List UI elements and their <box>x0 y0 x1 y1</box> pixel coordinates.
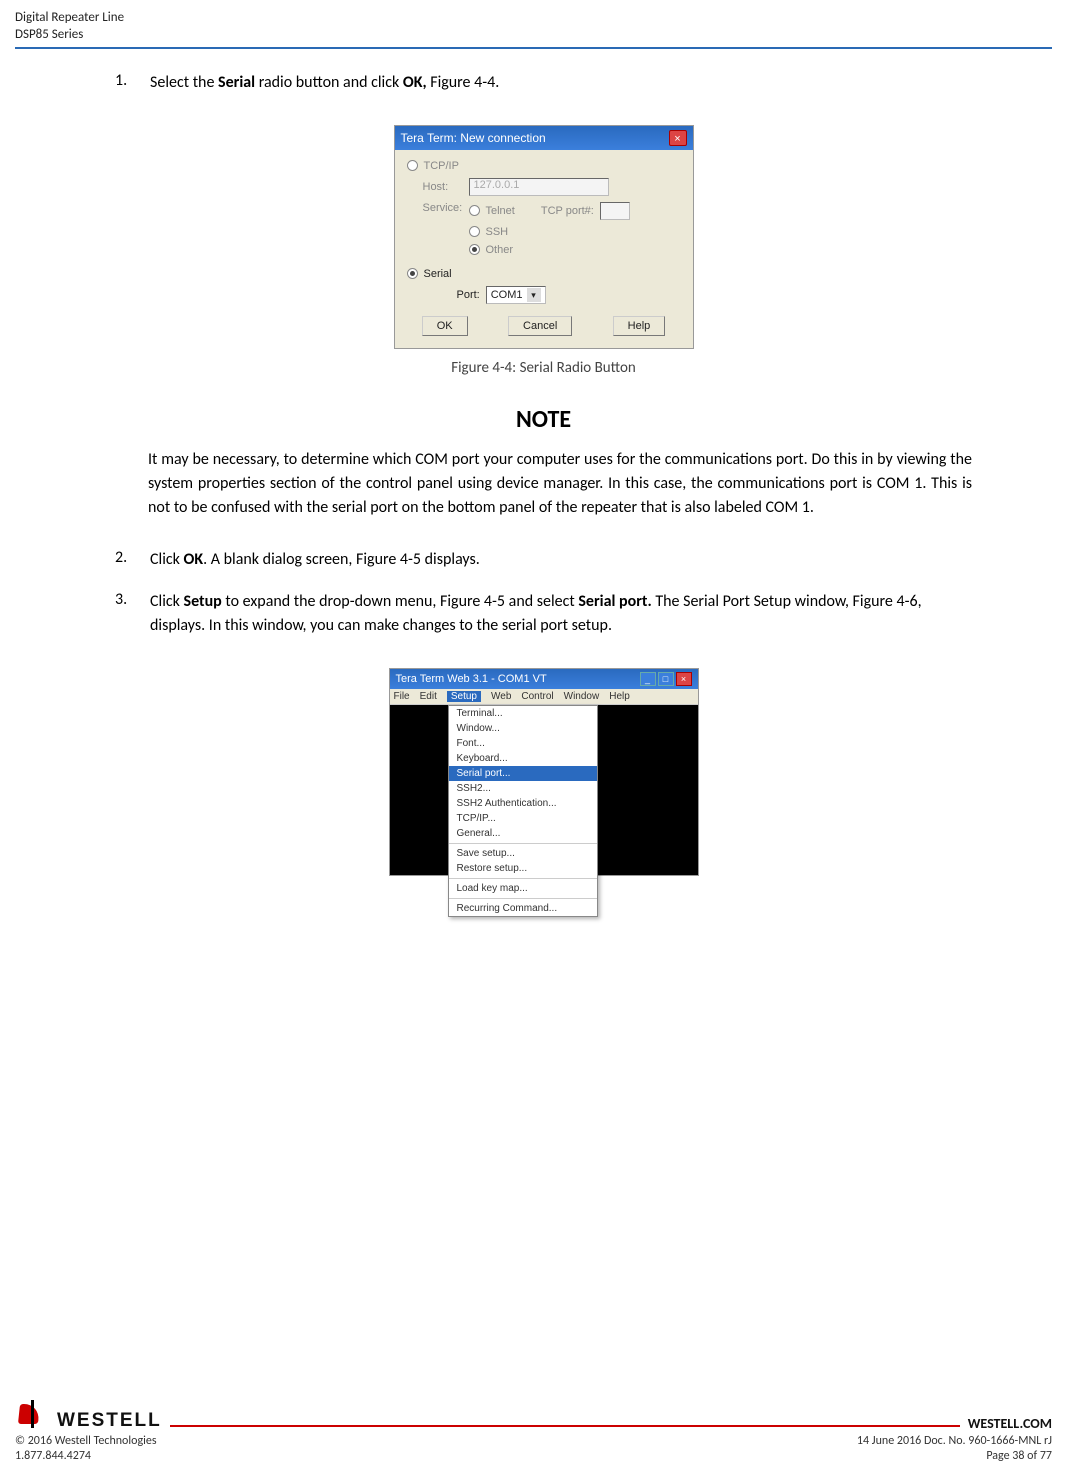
host-input[interactable]: 127.0.0.1 <box>469 178 609 196</box>
footer-phone: 1.877.844.4274 <box>15 1449 157 1465</box>
port-dropdown[interactable]: COM1 ▾ <box>486 286 546 304</box>
figure-4-5: Tera Term Web 3.1 - COM1 VT _ □ × File E… <box>115 668 972 904</box>
close-icon[interactable]: × <box>669 130 687 146</box>
ssh-label: SSH <box>486 226 509 238</box>
window-titlebar: Tera Term Web 3.1 - COM1 VT _ □ × <box>390 669 698 689</box>
footer-url: WESTELL.COM <box>968 1415 1052 1432</box>
menu-item[interactable]: SSH2... <box>449 781 597 796</box>
telnet-label: Telnet <box>486 205 515 217</box>
step-number: 2. <box>115 548 150 572</box>
menu-setup[interactable]: Setup <box>447 691 481 702</box>
menu-item[interactable]: SSH2 Authentication... <box>449 796 597 811</box>
menu-item[interactable]: Recurring Command... <box>449 901 597 916</box>
menu-separator <box>449 843 597 844</box>
westell-logo-text: WESTELL <box>57 1410 162 1432</box>
host-label: Host: <box>423 181 463 193</box>
menu-item[interactable]: Save setup... <box>449 846 597 861</box>
note-heading: NOTE <box>115 405 972 434</box>
tera-term-window: Tera Term Web 3.1 - COM1 VT _ □ × File E… <box>389 668 699 876</box>
port-value: COM1 <box>491 289 523 301</box>
footer-copyright: © 2016 Westell Technologies <box>15 1434 157 1450</box>
step-number: 3. <box>115 590 150 638</box>
tera-term-new-connection-dialog: Tera Term: New connection × TCP/IP Host:… <box>394 125 694 349</box>
setup-dropdown: Terminal...Window...Font...Keyboard...Se… <box>448 705 598 917</box>
minimize-icon[interactable]: _ <box>640 672 656 686</box>
westell-logo-icon <box>15 1398 55 1432</box>
tcpip-radio[interactable] <box>407 160 418 171</box>
menu-item[interactable]: Window... <box>449 721 597 736</box>
menu-separator <box>449 898 597 899</box>
dialog-title: Tera Term: New connection <box>401 131 546 145</box>
footer-rule <box>170 1425 960 1427</box>
cancel-button[interactable]: Cancel <box>508 316 572 336</box>
page-footer: WESTELL WESTELL.COM © 2016 Westell Techn… <box>15 1388 1052 1475</box>
step-3: 3. Click Setup to expand the drop-down m… <box>115 590 972 638</box>
serial-label: Serial <box>424 268 452 280</box>
service-label: Service: <box>423 202 463 214</box>
tcpport-label: TCP port#: <box>541 205 594 217</box>
menu-item[interactable]: Keyboard... <box>449 751 597 766</box>
main-content: 1. Select the Serial radio button and cl… <box>15 71 1052 1388</box>
page-header: Digital Repeater Line DSP85 Series <box>15 10 1052 44</box>
figure-4-4-caption: Figure 4-4: Serial Radio Button <box>115 359 972 377</box>
step-2: 2. Click OK. A blank dialog screen, Figu… <box>115 548 972 572</box>
chevron-down-icon: ▾ <box>527 288 541 302</box>
menu-help[interactable]: Help <box>609 691 630 702</box>
menu-edit[interactable]: Edit <box>420 691 437 702</box>
serial-radio[interactable] <box>407 268 418 279</box>
menu-separator <box>449 878 597 879</box>
tcpport-input[interactable] <box>600 202 630 220</box>
menu-control[interactable]: Control <box>521 691 553 702</box>
menu-item[interactable]: TCP/IP... <box>449 811 597 826</box>
menu-item[interactable]: Font... <box>449 736 597 751</box>
header-line2: DSP85 Series <box>15 27 1052 44</box>
help-button[interactable]: Help <box>613 316 666 336</box>
step-body: Click OK. A blank dialog screen, Figure … <box>150 548 972 572</box>
tcpip-label: TCP/IP <box>424 160 459 172</box>
header-rule <box>15 47 1052 49</box>
footer-page: Page 38 of 77 <box>857 1449 1052 1465</box>
note-body: It may be necessary, to determine which … <box>148 448 972 520</box>
header-line1: Digital Repeater Line <box>15 10 1052 27</box>
menu-item[interactable]: Load key map... <box>449 881 597 896</box>
footer-docno: 14 June 2016 Doc. No. 960-1666-MNL rJ <box>857 1434 1052 1450</box>
step-number: 1. <box>115 71 150 95</box>
port-label: Port: <box>457 289 480 301</box>
menu-item[interactable]: Serial port... <box>449 766 597 781</box>
dialog-titlebar: Tera Term: New connection × <box>395 126 693 150</box>
close-icon[interactable]: × <box>676 672 692 686</box>
menu-item[interactable]: Terminal... <box>449 706 597 721</box>
ssh-radio[interactable] <box>469 226 480 237</box>
menu-file[interactable]: File <box>394 691 410 702</box>
step-body: Click Setup to expand the drop-down menu… <box>150 590 972 638</box>
figure-4-4: Tera Term: New connection × TCP/IP Host:… <box>115 125 972 377</box>
window-title: Tera Term Web 3.1 - COM1 VT <box>396 673 547 685</box>
menu-web[interactable]: Web <box>491 691 511 702</box>
menu-window[interactable]: Window <box>564 691 600 702</box>
step-body: Select the Serial radio button and click… <box>150 71 972 95</box>
other-label: Other <box>486 244 514 256</box>
menu-bar: File Edit Setup Web Control Window Help <box>390 689 698 705</box>
ok-button[interactable]: OK <box>422 316 468 336</box>
maximize-icon[interactable]: □ <box>658 672 674 686</box>
telnet-radio[interactable] <box>469 205 480 216</box>
menu-item[interactable]: General... <box>449 826 597 841</box>
menu-item[interactable]: Restore setup... <box>449 861 597 876</box>
other-radio[interactable] <box>469 244 480 255</box>
step-1: 1. Select the Serial radio button and cl… <box>115 71 972 95</box>
